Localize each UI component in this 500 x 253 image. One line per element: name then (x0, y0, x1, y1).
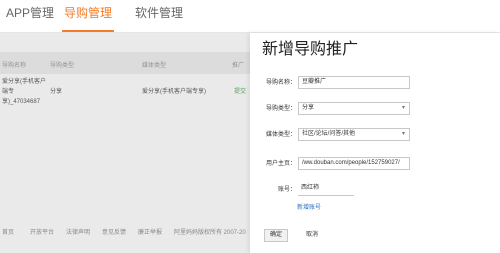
confirm-button[interactable]: 确定 (264, 229, 288, 242)
tab-app-management[interactable]: APP管理 (6, 4, 54, 22)
media-type-value: 社区/论坛/问答/其他 (302, 131, 356, 137)
add-guide-panel: 新增导购推广 导购名称： 豆瓣推广 导购类型： 分享 ▾ 媒体类型： 社区/论坛… (250, 33, 500, 253)
modal-overlay[interactable] (0, 33, 250, 253)
label-media-type: 媒体类型： (265, 132, 296, 138)
guide-type-select[interactable]: 分享 ▾ (298, 102, 410, 115)
account-value: 西红柿 (301, 185, 320, 191)
chevron-down-icon: ▾ (401, 131, 405, 137)
label-guide-type: 导购类型： (265, 106, 296, 112)
chevron-down-icon: ▾ (401, 105, 405, 111)
label-guide-name: 导购名称： (265, 80, 296, 86)
user-homepage-input[interactable]: /ww.douban.com/people/152759027/ (298, 157, 410, 170)
label-account: 账号： (277, 187, 296, 193)
tab-shopping-guide-management[interactable]: 导购管理 (64, 4, 112, 22)
guide-name-input[interactable]: 豆瓣推广 (298, 76, 410, 89)
active-tab-indicator (62, 30, 114, 32)
cancel-button[interactable]: 取消 (306, 229, 318, 242)
label-user-homepage: 用户主页： (265, 161, 296, 167)
top-nav: APP管理 导购管理 软件管理 (0, 0, 500, 33)
account-input[interactable]: 西红柿 (298, 183, 354, 196)
media-type-select[interactable]: 社区/论坛/问答/其他 ▾ (298, 128, 410, 141)
tab-software-management[interactable]: 软件管理 (135, 4, 183, 22)
app-window: APP管理 导购管理 软件管理 导购名称 导购类型 媒体类型 推广 爱分享(手机… (0, 0, 500, 253)
guide-type-value: 分享 (302, 105, 315, 111)
add-account-link[interactable]: 新增账号 (297, 202, 321, 211)
user-homepage-value: /ww.douban.com/people/152759027/ (302, 160, 400, 166)
panel-title: 新增导购推广 (262, 41, 359, 58)
guide-name-value: 豆瓣推广 (302, 79, 327, 85)
